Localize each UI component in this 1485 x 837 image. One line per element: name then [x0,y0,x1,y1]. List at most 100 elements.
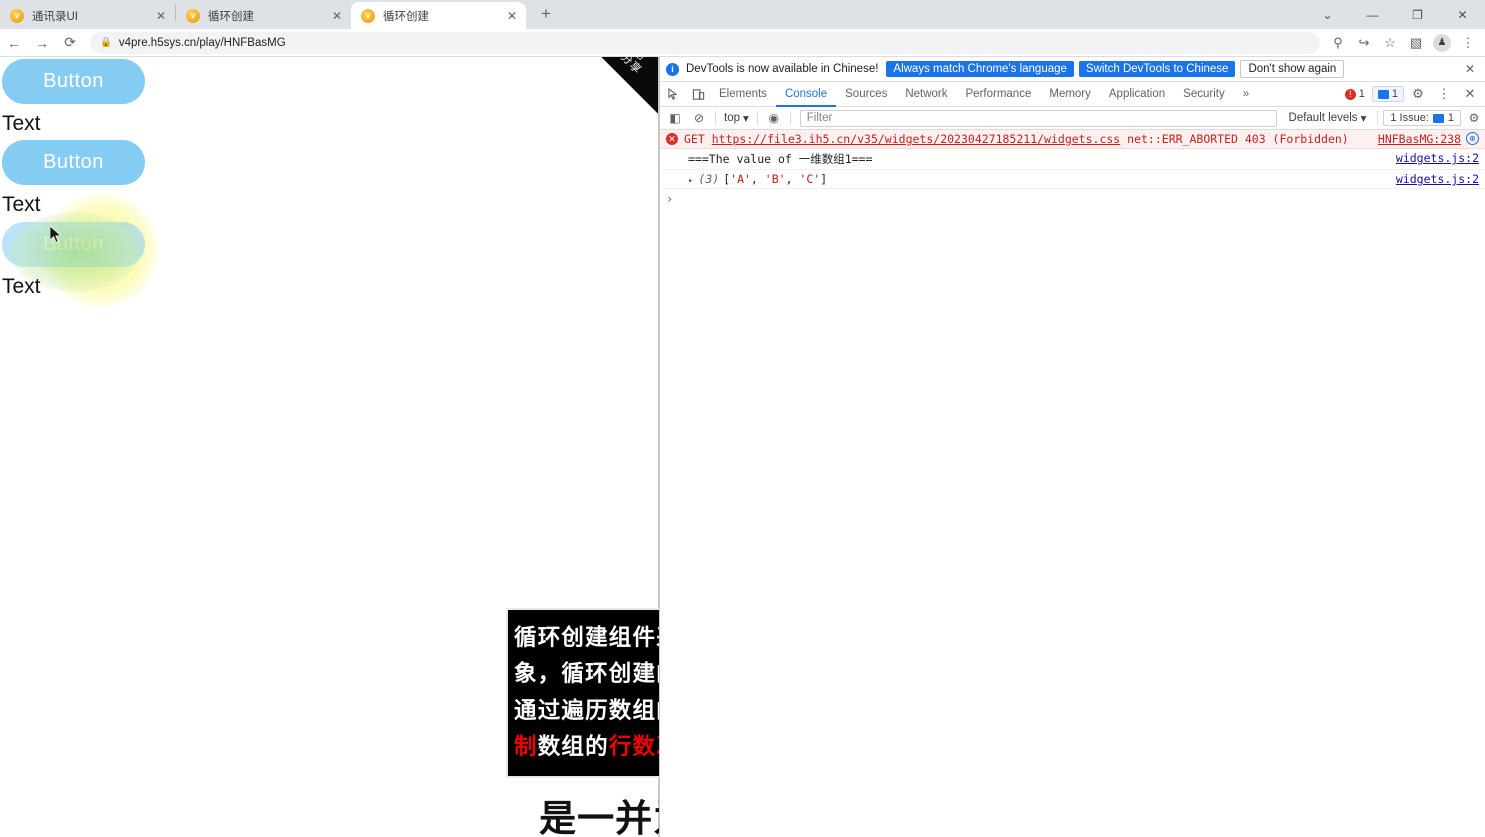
switch-to-chinese-button[interactable]: Switch DevTools to Chinese [1078,61,1236,77]
zoom-icon[interactable]: ⚲ [1325,30,1351,56]
always-match-language-button[interactable]: Always match Chrome's language [886,61,1074,77]
h5-text-2: Text [2,193,41,216]
device-toolbar-icon[interactable] [686,83,710,105]
issues-label: 1 Issue: [1390,112,1429,124]
message-count-badge[interactable]: 1 [1371,86,1404,102]
bookmark-star-icon[interactable]: ☆ [1377,30,1403,56]
minimize-icon[interactable]: — [1350,0,1395,29]
chevron-down-icon: ▾ [1360,113,1367,125]
error-icon: ! [1344,88,1356,100]
tab-network[interactable]: Network [896,82,956,107]
array-item-1: 'B' [764,172,786,186]
banner-close-icon[interactable]: ✕ [1461,62,1479,76]
clear-console-icon[interactable]: ⊘ [688,108,710,129]
error-icon: ✕ [666,133,678,145]
console-source-link[interactable]: HNFBasMG:238 [1378,132,1461,146]
share-icon[interactable]: ↪ [1351,30,1377,56]
address-bar[interactable]: 🔒 v4pre.h5sys.cn/play/HNFBasMG [90,31,1320,54]
window-controls: ⌄ — ❐ ✕ [1305,0,1485,29]
tab-elements[interactable]: Elements [710,82,776,107]
request-url[interactable]: https://file3.ih5.cn/v35/widgets/2023042… [712,132,1121,146]
avatar-glyph: ♟ [1433,33,1451,52]
console-sidebar-icon[interactable]: ◧ [664,108,686,129]
divider [715,111,716,125]
console-prompt[interactable]: › [660,189,1485,209]
maximize-icon[interactable]: ❐ [1395,0,1440,29]
issues-count: 1 [1447,112,1454,124]
close-window-icon[interactable]: ✕ [1440,0,1485,29]
forward-icon[interactable]: → [28,29,56,57]
divider [756,111,758,125]
tab-close-icon[interactable]: ✕ [329,8,345,24]
divider [1377,111,1379,125]
tab-console[interactable]: Console [776,82,836,107]
message-icon [1377,89,1389,99]
console-row-error[interactable]: ✕ GET https://file3.ih5.cn/v35/widgets/2… [660,130,1485,149]
info-icon: i [666,62,679,76]
browser-toolbar: ← → ⟳ 🔒 v4pre.h5sys.cn/play/HNFBasMG ⚲ ↪… [0,29,1485,57]
network-globe-icon[interactable]: ⊕ [1466,132,1479,145]
devtools-close-icon[interactable]: ✕ [1458,83,1482,105]
live-expression-eye-icon[interactable]: ◉ [763,108,785,129]
console-filter-input[interactable]: Filter [799,109,1277,127]
tab-close-icon[interactable]: ✕ [153,8,169,24]
h5-text-1: Text [2,112,41,135]
tab-close-icon[interactable]: ✕ [504,8,520,24]
tab-security[interactable]: Security [1174,82,1234,107]
more-tabs-icon[interactable]: » [1234,82,1258,107]
browser-tab-3-active[interactable]: v 循环创建 ✕ [351,2,526,29]
array-item-0: 'A' [730,172,751,186]
console-source-link[interactable]: widgets.js:2 [1396,172,1479,186]
error-status: net::ERR_ABORTED 403 (Forbidden) [1127,132,1349,146]
h5-text-3: Text [2,275,41,298]
console-array-value: ▸ (3) ['A', 'B', 'C'] [688,172,828,186]
caption-seg-6: 数组的 [537,734,609,761]
tab-title: 循环创建 [208,10,254,23]
tab-memory[interactable]: Memory [1040,82,1100,107]
devtools-language-banner: i DevTools is now available in Chinese! … [660,57,1485,82]
chevron-down-icon[interactable]: ⌄ [1305,0,1350,29]
expand-triangle-icon[interactable]: ▸ [688,176,693,186]
execution-context-selector[interactable]: top ▾ [721,111,752,125]
error-count-badge[interactable]: ! 1 [1340,88,1370,100]
execution-context-value: top [724,112,740,124]
devtools-kebab-icon[interactable]: ⋮ [1432,83,1456,105]
chrome-menu-icon[interactable]: ⋮ [1455,30,1481,56]
h5-button-1[interactable]: Button [2,59,145,104]
browser-tab-1[interactable]: v 通讯录UI ✕ [0,2,175,29]
mouse-cursor-icon [50,226,62,243]
issues-chip[interactable]: 1 Issue: 1 [1383,110,1461,126]
console-row-log[interactable]: ===The value of 一维数组1=== widgets.js:2 [660,149,1485,170]
error-count: 1 [1358,88,1365,100]
h5-button-2[interactable]: Button [2,140,145,185]
console-settings-gear-icon[interactable]: ⚙ [1463,108,1485,129]
h5-button-label: Button [43,70,104,92]
prompt-caret-icon: › [666,192,674,206]
dont-show-again-button[interactable]: Don't show again [1240,60,1345,78]
tab-favicon: v [10,8,24,23]
new-tab-button[interactable]: + [532,0,560,28]
tab-strip: v 通讯录UI ✕ v 循环创建 ✕ v 循环创建 ✕ + ⌄ — ❐ ✕ [0,0,1485,29]
console-source-link[interactable]: widgets.js:2 [1396,151,1479,165]
devtools-settings-icon[interactable]: ⚙ [1406,83,1430,105]
http-method: GET [684,132,705,146]
tab-performance[interactable]: Performance [957,82,1041,107]
tab-favicon: v [186,8,200,23]
back-icon[interactable]: ← [0,29,28,57]
console-row-array[interactable]: ▸ (3) ['A', 'B', 'C'] widgets.js:2 [660,170,1485,189]
issue-icon [1432,113,1444,123]
divider [789,111,791,125]
tab-sources[interactable]: Sources [836,82,896,107]
profile-avatar[interactable]: ♟ [1429,30,1455,56]
side-panel-icon[interactable]: ▧ [1403,30,1429,56]
log-level-selector[interactable]: Default levels ▾ [1283,111,1373,125]
reload-icon[interactable]: ⟳ [56,29,84,57]
console-filter-bar: ◧ ⊘ top ▾ ◉ Filter Default levels ▾ 1 Is… [660,107,1485,130]
console-log-message: ===The value of 一维数组1=== [688,152,873,166]
inspect-element-icon[interactable] [662,83,686,105]
h5-button-3[interactable]: Button [2,222,145,267]
tab-application[interactable]: Application [1100,82,1174,107]
browser-tab-2[interactable]: v 循环创建 ✕ [176,2,351,29]
console-error-message: GET https://file3.ih5.cn/v35/widgets/202… [684,132,1368,146]
ribbon-inner: 未发布请勿分享 [573,57,659,120]
